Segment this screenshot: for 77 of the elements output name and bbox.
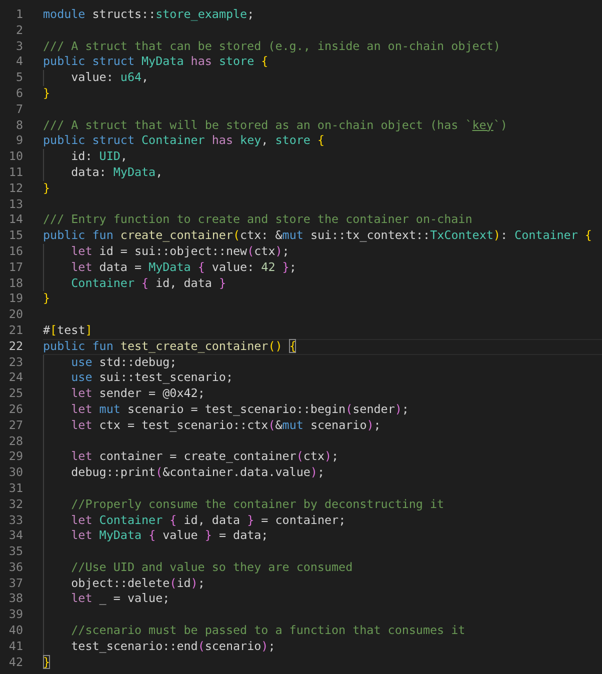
code-line: let _ = value; <box>70 591 170 606</box>
code-line: #[test] <box>43 322 92 337</box>
line-number: 4 <box>14 54 23 70</box>
code-line: } <box>43 291 50 306</box>
code-line: let id = sui::object::new(ctx); <box>70 244 290 258</box>
code-line: public struct MyData has store { <box>43 54 268 68</box>
line-number: 31 <box>8 480 23 497</box>
code-line: /// A struct that will be stored as an on-chain object (has `key`) <box>43 118 508 132</box>
line-number: 13 <box>8 196 23 212</box>
line-number: 35 <box>8 544 23 560</box>
code-line: debug::print(&container.data.value); <box>70 465 325 480</box>
line-number: 23 <box>8 354 23 370</box>
line-number: 12 <box>8 180 23 197</box>
line-number: 2 <box>14 22 23 39</box>
line-number: 11 <box>8 164 23 181</box>
code-line: public fun test_create_container() { <box>43 338 296 353</box>
line-number: 26 <box>8 402 23 418</box>
code-line: /// A struct that can be stored (e.g., inside an on-chain object) <box>43 38 500 53</box>
code-line: let data = MyData { value: 42 }; <box>70 260 296 274</box>
line-number: 18 <box>8 276 23 292</box>
line-number: 40 <box>8 623 23 639</box>
line-number: 14 <box>8 212 23 228</box>
code-line: //Properly consume the container by deconstructing it <box>70 496 444 511</box>
line-number: 9 <box>14 133 23 150</box>
code-line: let sender = @0x42; <box>70 386 205 400</box>
line-number: 8 <box>14 118 23 134</box>
line-number: 34 <box>8 528 23 544</box>
line-number: 39 <box>8 607 23 624</box>
line-number: 30 <box>8 465 23 481</box>
code-line: let MyData { value } = data; <box>70 528 268 542</box>
line-number: 38 <box>8 591 23 608</box>
line-number: 10 <box>8 149 23 165</box>
code-line: } <box>43 654 50 669</box>
line-number: 7 <box>14 102 23 118</box>
line-number: 37 <box>8 576 23 592</box>
code-line: let mut scenario = test_scenario::begin(sender); <box>70 402 409 416</box>
line-number: 21 <box>8 322 23 339</box>
code-editor[interactable] <box>0 0 602 674</box>
line-number: 29 <box>8 449 23 466</box>
line-number: 5 <box>14 70 23 86</box>
code-line: //scenario must be passed to a function that consumes it <box>70 623 466 638</box>
line-number: 33 <box>8 512 23 528</box>
code-line: } <box>43 86 50 100</box>
line-number: 17 <box>8 260 23 276</box>
line-number: 3 <box>14 38 23 54</box>
code-line: let ctx = test_scenario::ctx(&mut scenario); <box>70 418 381 432</box>
line-number: 36 <box>8 560 23 576</box>
code-line: Container { id, data } <box>70 276 226 290</box>
code-line: let Container { id, data } = container; <box>70 512 346 526</box>
line-number: 42 <box>8 654 23 670</box>
code-line: use std::debug; <box>70 354 177 369</box>
line-number: 1 <box>14 7 23 23</box>
line-number: 25 <box>8 386 23 402</box>
code-line: public fun create_container(ctx: &mut sui::tx_context::TxContext): Container { <box>43 228 592 242</box>
line-number: 28 <box>8 434 23 450</box>
code-line: /// Entry function to create and store the container on-chain <box>43 212 472 226</box>
line-number: 6 <box>14 86 23 102</box>
code-line: id: UID, <box>70 149 128 164</box>
line-number: 24 <box>8 370 23 386</box>
line-number: 20 <box>8 307 23 323</box>
code-line: } <box>43 180 50 195</box>
code-line: let container = create_container(ctx); <box>70 449 339 464</box>
line-number: 16 <box>8 244 23 260</box>
code-line: public struct Container has key, store { <box>43 133 325 148</box>
line-number: 27 <box>8 418 23 434</box>
code-line: test_scenario::end(scenario); <box>70 638 276 653</box>
line-number: 32 <box>8 496 23 512</box>
code-line: object::delete(id); <box>70 576 205 590</box>
line-number: 15 <box>8 228 23 244</box>
line-number: 19 <box>8 291 23 308</box>
code-line: data: MyData, <box>70 164 163 179</box>
code-line: //Use UID and value so they are consumed <box>70 560 353 574</box>
line-number: 41 <box>8 638 23 655</box>
line-number: 22 <box>8 338 23 355</box>
code-line: value: u64, <box>70 70 149 84</box>
code-line: use sui::test_scenario; <box>70 370 233 384</box>
code-line: module structs::store_example; <box>43 7 254 21</box>
